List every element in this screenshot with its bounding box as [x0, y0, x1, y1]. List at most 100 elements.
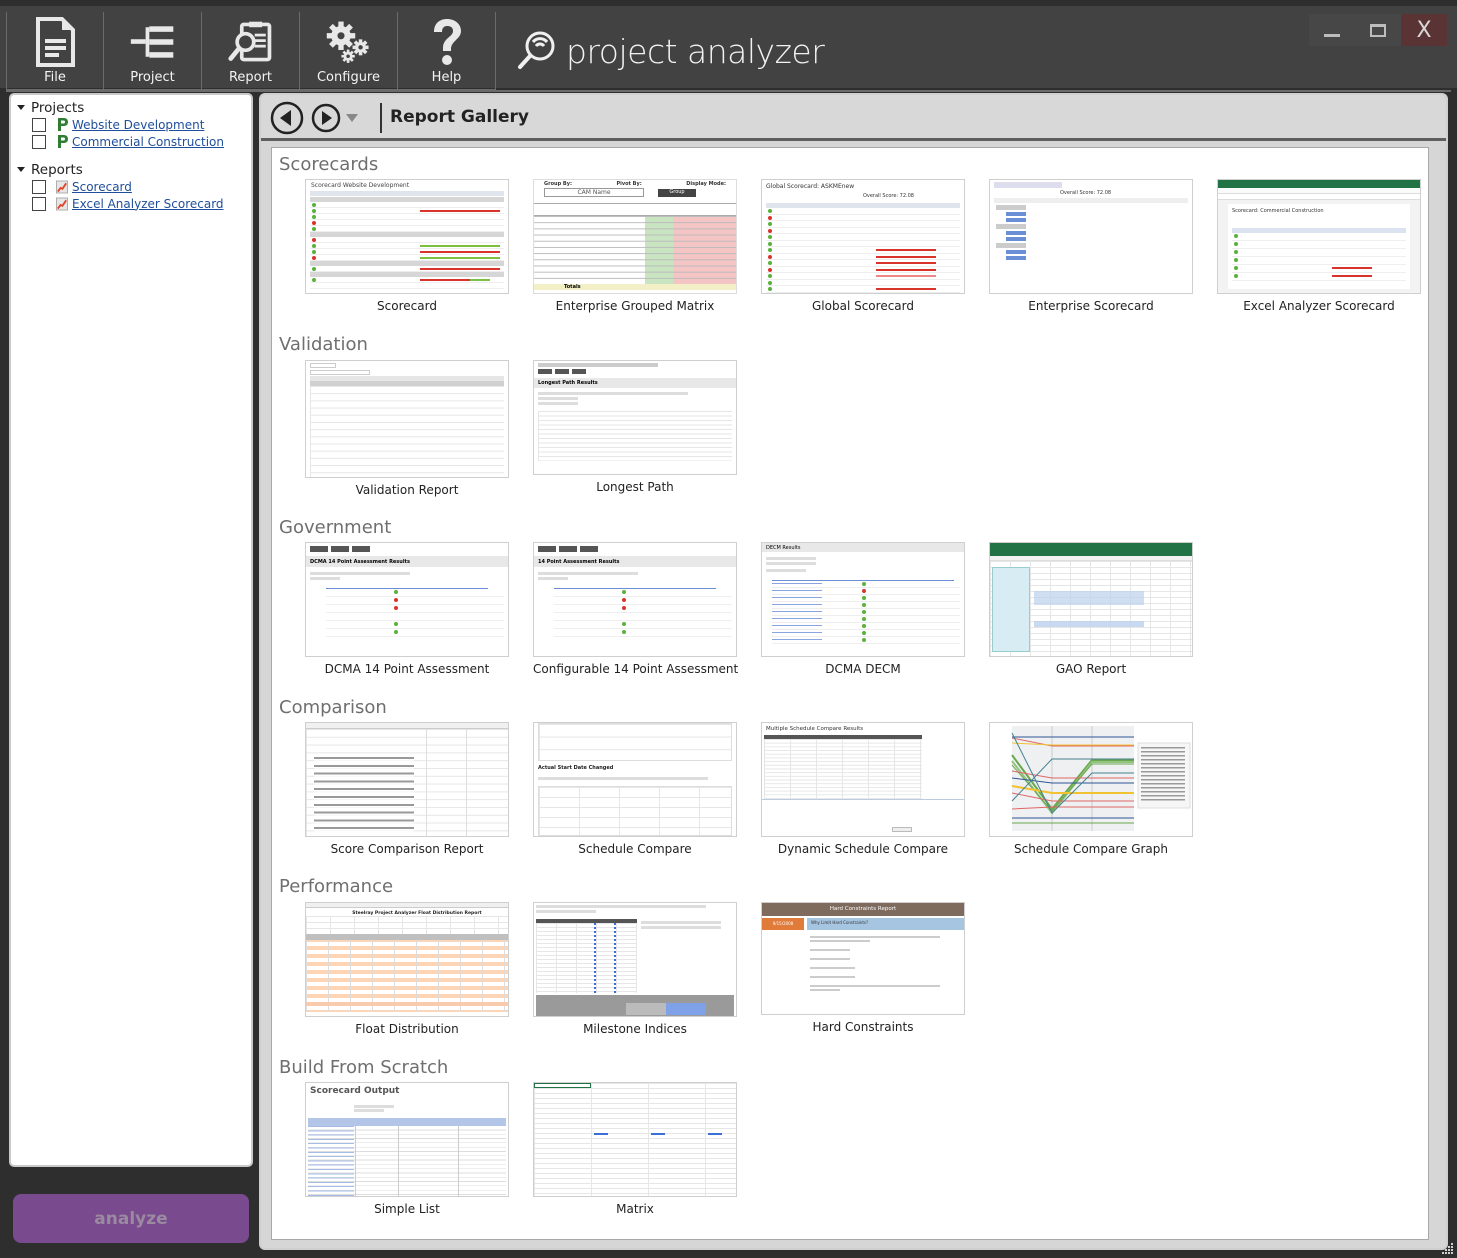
gallery-card-schedule-compare-graph[interactable]: Schedule Compare Graph	[989, 722, 1193, 856]
gallery-card-excel-analyzer-scorecard[interactable]: Scorecard: Commercial Construction Excel…	[1217, 179, 1421, 313]
configure-label: Configure	[316, 70, 380, 85]
project-link[interactable]: Website Development	[72, 118, 204, 132]
report-chart-icon	[56, 197, 68, 211]
section-title-build-from-scratch: Build From Scratch	[279, 1057, 449, 1078]
card-caption: Schedule Compare Graph	[1013, 842, 1168, 856]
back-button[interactable]	[270, 101, 304, 135]
expand-triangle-icon	[17, 167, 25, 172]
reports-group-toggle[interactable]: Reports	[17, 161, 247, 178]
card-caption: Simple List	[374, 1202, 440, 1216]
app-logo: project analyzer	[516, 28, 825, 74]
card-caption: DCMA 14 Point Assessment	[324, 662, 490, 676]
ribbon-toolbar: File Project Report Configure Help	[6, 12, 496, 90]
card-caption: GAO Report	[1055, 662, 1127, 676]
gallery-card-validation-report[interactable]: Validation Report	[305, 360, 509, 497]
maximize-icon	[1370, 23, 1386, 37]
card-caption: Enterprise Scorecard	[1028, 299, 1154, 313]
projects-group-toggle[interactable]: Projects	[17, 99, 247, 116]
hard-constraints-thumbnail: Hard Constraints Report 9/15/2008 Why Li…	[761, 902, 965, 1015]
reports-header: Reports	[31, 161, 83, 178]
gallery-card-longest-path[interactable]: Longest Path Results Longest Path	[533, 360, 737, 494]
gallery-card-dcma-14-point[interactable]: DCMA 14 Point Assessment Results DCMA 14…	[305, 542, 509, 676]
help-label: Help	[431, 70, 462, 85]
report-item: Scorecard	[32, 178, 247, 195]
history-dropdown-icon[interactable]	[346, 114, 358, 122]
configurable-14-point-thumbnail: 14 Point Assessment Results	[533, 542, 737, 657]
card-caption: DCMA DECM	[825, 662, 901, 676]
gallery-nav-bar: Report Gallery	[261, 95, 1446, 141]
close-button[interactable]: X	[1401, 14, 1447, 46]
excel-analyzer-scorecard-thumbnail: Scorecard: Commercial Construction	[1217, 179, 1421, 294]
card-caption: Float Distribution	[355, 1022, 459, 1036]
section-title-government: Government	[279, 517, 392, 538]
sidebar: Projects Website Development Commercial …	[9, 93, 253, 1167]
score-comparison-thumbnail	[305, 722, 509, 837]
card-caption: Scorecard	[377, 299, 437, 313]
card-caption: Excel Analyzer Scorecard	[1243, 299, 1395, 313]
gallery-card-enterprise-grouped-matrix[interactable]: Group By: Pivot By: Display Mode: CAM Name…	[533, 179, 737, 313]
resize-grip-icon[interactable]	[1442, 1243, 1454, 1255]
report-item: Excel Analyzer Scorecard	[32, 195, 247, 212]
expand-triangle-icon	[17, 105, 25, 110]
schedule-compare-graph-thumbnail	[989, 722, 1193, 837]
app-title: project analyzer	[566, 31, 825, 71]
schedule-compare-thumbnail: Actual Start Date Changed	[533, 722, 737, 837]
gallery-card-dcma-decm[interactable]: DECM Results DCMA DECM	[761, 542, 965, 676]
gallery-card-schedule-compare[interactable]: Actual Start Date Changed Schedule Compa…	[533, 722, 737, 856]
gallery-card-milestone-indices[interactable]: Milestone Indices	[533, 902, 737, 1036]
gallery-card-configurable-14-point[interactable]: 14 Point Assessment Results Configurable…	[533, 542, 739, 676]
gallery-card-dynamic-schedule-compare[interactable]: Multiple Schedule Compare Results Dynami…	[761, 722, 965, 856]
project-checkbox[interactable]	[32, 134, 46, 149]
gallery-card-score-comparison[interactable]: Score Comparison Report	[305, 722, 509, 856]
report-button[interactable]: Report	[202, 12, 300, 90]
section-title-scorecards: Scorecards	[279, 154, 379, 175]
nav-separator	[380, 103, 382, 133]
dcma-decm-thumbnail: DECM Results	[761, 542, 965, 657]
gallery-card-float-distribution[interactable]: Steelray Project Analyzer Float Distribu…	[305, 902, 509, 1036]
back-arrow-icon	[270, 101, 304, 135]
ribbon-divider	[6, 90, 1451, 92]
window-controls: X	[1309, 14, 1447, 46]
longest-path-thumbnail: Longest Path Results	[533, 360, 737, 475]
card-caption: Enterprise Grouped Matrix	[555, 299, 715, 313]
analyze-button[interactable]: analyze	[13, 1194, 249, 1243]
enterprise-grouped-matrix-thumbnail: Group By: Pivot By: Display Mode: CAM Name…	[533, 179, 737, 294]
gallery-card-simple-list[interactable]: Scorecard Output Simple List	[305, 1082, 509, 1216]
project-checkbox[interactable]	[32, 117, 46, 132]
logo-magnifier-icon	[516, 28, 558, 74]
project-label: Project	[130, 70, 175, 85]
configure-button[interactable]: Configure	[300, 12, 398, 90]
project-link[interactable]: Commercial Construction	[72, 135, 224, 149]
help-button[interactable]: Help	[398, 12, 496, 90]
forward-button[interactable]	[311, 101, 341, 135]
card-caption: Matrix	[616, 1202, 654, 1216]
gallery-card-hard-constraints[interactable]: Hard Constraints Report 9/15/2008 Why Li…	[761, 902, 965, 1034]
maximize-button[interactable]	[1355, 14, 1401, 46]
gallery-card-matrix[interactable]: Matrix	[533, 1082, 737, 1216]
report-checkbox[interactable]	[32, 179, 46, 194]
close-icon: X	[1416, 17, 1432, 43]
report-checkbox[interactable]	[32, 196, 46, 211]
card-caption: Longest Path	[596, 480, 674, 494]
report-link[interactable]: Excel Analyzer Scorecard	[72, 197, 224, 211]
gallery-card-scorecard[interactable]: Scorecard Website Development Scorecard	[305, 179, 509, 313]
minimize-button[interactable]	[1309, 14, 1355, 46]
dynamic-schedule-compare-thumbnail: Multiple Schedule Compare Results	[761, 722, 965, 837]
dcma-14-point-thumbnail: DCMA 14 Point Assessment Results	[305, 542, 509, 657]
project-button[interactable]: Project	[104, 12, 202, 90]
card-caption: Global Scorecard	[812, 299, 914, 313]
gallery-card-gao-report[interactable]: GAO Report	[989, 542, 1193, 676]
page-title: Report Gallery	[390, 107, 529, 127]
section-title-validation: Validation	[279, 334, 368, 355]
file-button[interactable]: File	[6, 12, 104, 90]
gallery-card-enterprise-scorecard[interactable]: Overall Score: 72.08 Enterprise Scorecar…	[989, 179, 1193, 313]
project-tree-icon	[129, 16, 177, 68]
simple-list-thumbnail: Scorecard Output	[305, 1082, 509, 1197]
report-label: Report	[228, 70, 273, 85]
report-link[interactable]: Scorecard	[72, 180, 132, 194]
gao-report-thumbnail	[989, 542, 1193, 657]
gallery-card-global-scorecard[interactable]: Global Scorecard: ASKMEnew Overall Score…	[761, 179, 965, 313]
compare-graph-thumbnail-drawing	[1011, 726, 1191, 831]
card-caption: Configurable 14 Point Assessment	[533, 662, 739, 676]
global-scorecard-thumbnail: Global Scorecard: ASKMEnew Overall Score…	[761, 179, 965, 294]
